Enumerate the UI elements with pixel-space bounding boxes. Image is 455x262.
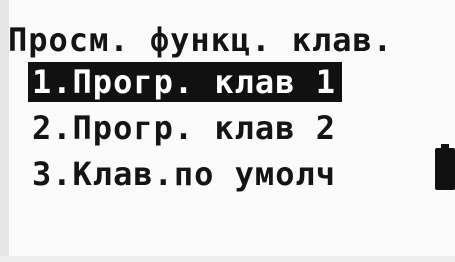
screen-bottom-shade — [0, 256, 455, 262]
battery-level-fill — [435, 148, 455, 190]
menu-item-program-key-2[interactable]: 2.Прогр. клав 2 — [28, 108, 342, 148]
screen-title: Просм. функц. клав. — [8, 21, 394, 59]
menu-item-default-keys[interactable]: 3.Клав.по умолч — [28, 154, 342, 194]
battery-icon — [435, 144, 455, 190]
lcd-screen: Просм. функц. клав. 1.Прогр. клав 1 2.Пр… — [0, 0, 455, 262]
menu-item-program-key-1[interactable]: 1.Прогр. клав 1 — [28, 62, 342, 102]
function-key-menu: 1.Прогр. клав 1 2.Прогр. клав 2 3.Клав.п… — [28, 62, 342, 200]
